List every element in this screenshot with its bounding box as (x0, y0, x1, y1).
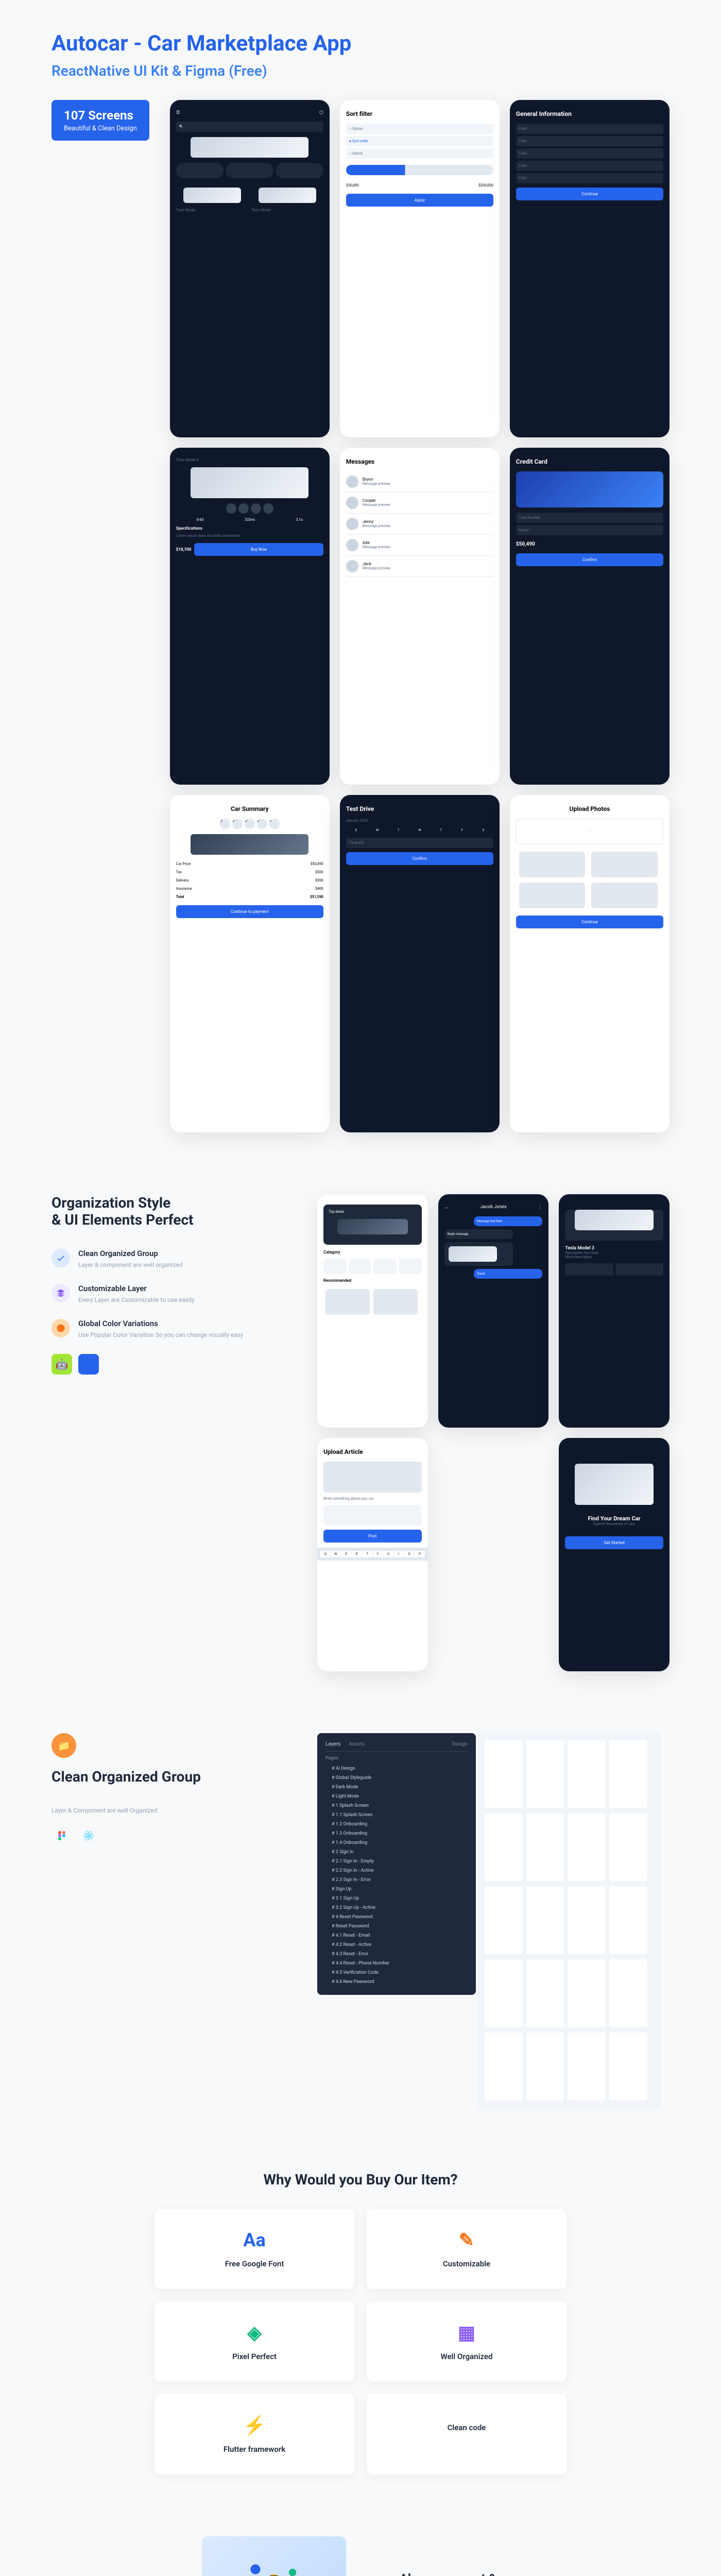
phone-mockup-test-drive: Test Drive January 2022 SMTWTFS Time slo… (340, 795, 500, 1132)
figma-layer-item: # 1.1 Splash Screen (325, 1810, 468, 1820)
card-label: Flutter framework (175, 2445, 334, 2454)
android-icon: 🤖 (52, 1354, 72, 1375)
phone-mockup-onboarding: Find Your Dream Car Explore thousands of… (559, 1438, 670, 1671)
feature-card: ▦ Well Organized (367, 2301, 566, 2382)
phone-mockup-detail-tall: Tesla Model 3 Description text lines Mor… (559, 1194, 670, 1428)
phone-mockup-summary: Car Summary ✓✓✓✓○ Car Price$50,490 Tax$5… (170, 795, 330, 1132)
figma-layer-item: # 1.3 Onboarding (325, 1829, 468, 1838)
figma-layer-item: # Light Mode (325, 1792, 468, 1801)
phone-mockup-messages: Messages BrynnMessage preview CooperMess… (340, 448, 500, 785)
figma-layer-item: # 1.2 Onboarding (325, 1820, 468, 1829)
figma-layer-item: # 4.6 New Password (325, 1977, 468, 1987)
feature-card: ◈ Pixel Perfect (154, 2301, 354, 2382)
card-icon: ▦ (387, 2322, 546, 2344)
card-label: Pixel Perfect (175, 2352, 334, 2361)
organization-section: Organization Style & UI Elements Perfect… (52, 1194, 670, 1671)
hero-section: 107 Screens Beautiful & Clean Design ☰⬡ … (52, 100, 670, 1132)
card-label: Customizable (387, 2259, 546, 2268)
card-label: Clean code (387, 2423, 546, 2432)
globe-icon (52, 1319, 70, 1337)
feature-card: Clean code (367, 2394, 566, 2475)
card-icon: ✎ (387, 2229, 546, 2251)
feature-clean-group: Clean Organized Group Layer & component … (52, 1249, 286, 1269)
figma-layers-panel: Layers Assets Design Pages # Ai Design# … (317, 1733, 476, 1995)
figma-layer-item: # 4.2 Reset - Active (325, 1940, 468, 1950)
phone-mockup-category: Top deals Category Recommended (317, 1194, 428, 1428)
figma-layer-item: # Reset Password (325, 1922, 468, 1931)
phone-mockup-upload: Upload Photos + Continue (510, 795, 670, 1132)
card-label: Free Google Font (175, 2259, 334, 2268)
apple-icon (78, 1354, 99, 1375)
screens-badge: 107 Screens Beautiful & Clean Design (52, 100, 149, 141)
figma-layer-item: # 4 Reset Password (325, 1912, 468, 1922)
figma-layer-item: # 2.1 Sign In - Empty (325, 1857, 468, 1866)
card-label: Well Organized (387, 2352, 546, 2361)
figma-layer-item: # 1.4 Onboarding (325, 1838, 468, 1848)
check-icon (52, 1249, 70, 1267)
figma-icon (52, 1825, 72, 1846)
feature-customizable: Customizable Layer Every Layer are Custo… (52, 1284, 286, 1304)
feature-card: Aa Free Google Font (154, 2209, 354, 2289)
card-icon: ◈ (175, 2322, 334, 2344)
react-icon (78, 1825, 99, 1846)
folder-icon: 📁 (52, 1733, 76, 1758)
figma-layer-item: # 2.2 Sign In - Active (325, 1866, 468, 1875)
figma-layer-item: # Dark Mode (325, 1783, 468, 1792)
figma-layer-item: # Global Styleguide (325, 1773, 468, 1783)
figma-layer-item: # 2 Sign In (325, 1848, 468, 1857)
phone-mockup-car-detail: Tesla Model 3 0-60 333mi 3.1s Specificat… (170, 448, 330, 785)
figma-layer-item: # 3.2 Sign Up - Active (325, 1903, 468, 1912)
clean-organized-section: 📁 Clean Organized Group Layer & Componen… (52, 1733, 670, 2109)
support-text: Always support & assistence from our tea… (377, 2570, 519, 2576)
feature-color: Global Color Variations Use Popular Colo… (52, 1319, 286, 1340)
card-icon: Aa (175, 2229, 334, 2251)
figma-layer-item: # Ai Design (325, 1764, 468, 1773)
support-illustration (202, 2536, 346, 2576)
figma-layer-item: # 4.3 Reset - Error (325, 1950, 468, 1959)
phone-mockup-chat: ←Jacob Jones⋮ Message text here Reply me… (438, 1194, 549, 1428)
main-subtitle: ReactNative UI Kit & Figma (Free) (52, 62, 670, 79)
phone-mockup-general-info: General Information Field Field Field Fi… (510, 100, 670, 437)
card-icon: ⚡ (175, 2415, 334, 2436)
feature-card: ⚡ Flutter framework (154, 2394, 354, 2475)
figma-layer-item: # 4.4 Reset - Phone Number (325, 1959, 468, 1968)
badge-title: 107 Screens (64, 108, 137, 123)
support-section: Always support & assistence from our tea… (52, 2536, 670, 2576)
phone-mockup-home-dark: ☰⬡ 🔍 Tesla Model Tesla Model (170, 100, 330, 437)
page-header: Autocar - Car Marketplace App ReactNativ… (52, 31, 670, 79)
figma-layer-item: # 1 Splash Screen (325, 1801, 468, 1810)
phone-mockup-filter: Sort filter ○ Option ● Sort order ○ Opti… (340, 100, 500, 437)
search-bar: 🔍 (176, 122, 323, 132)
phone-mockup-article: Upload Article Write something about you… (317, 1438, 428, 1671)
figma-layer-item: # 3.1 Sign Up (325, 1894, 468, 1903)
figma-canvas (478, 1733, 661, 2109)
main-title: Autocar - Car Marketplace App (52, 31, 670, 56)
figma-layer-item: # 2.3 Sign In - Error (325, 1875, 468, 1885)
why-buy-section: Why Would you Buy Our Item? AaFree Googl… (52, 2171, 670, 2475)
figma-layer-item: # 4.1 Reset - Email (325, 1931, 468, 1940)
phone-mockup-payment: Credit Card Card Number Expiry $50,490 C… (510, 448, 670, 785)
figma-layer-item: # 4.5 Verification Code (325, 1968, 468, 1977)
feature-card: ✎ Customizable (367, 2209, 566, 2289)
layers-icon (52, 1284, 70, 1302)
badge-subtitle: Beautiful & Clean Design (64, 125, 137, 132)
figma-layer-item: # Sign Up (325, 1885, 468, 1894)
org-title: Organization Style & UI Elements Perfect (52, 1194, 286, 1228)
